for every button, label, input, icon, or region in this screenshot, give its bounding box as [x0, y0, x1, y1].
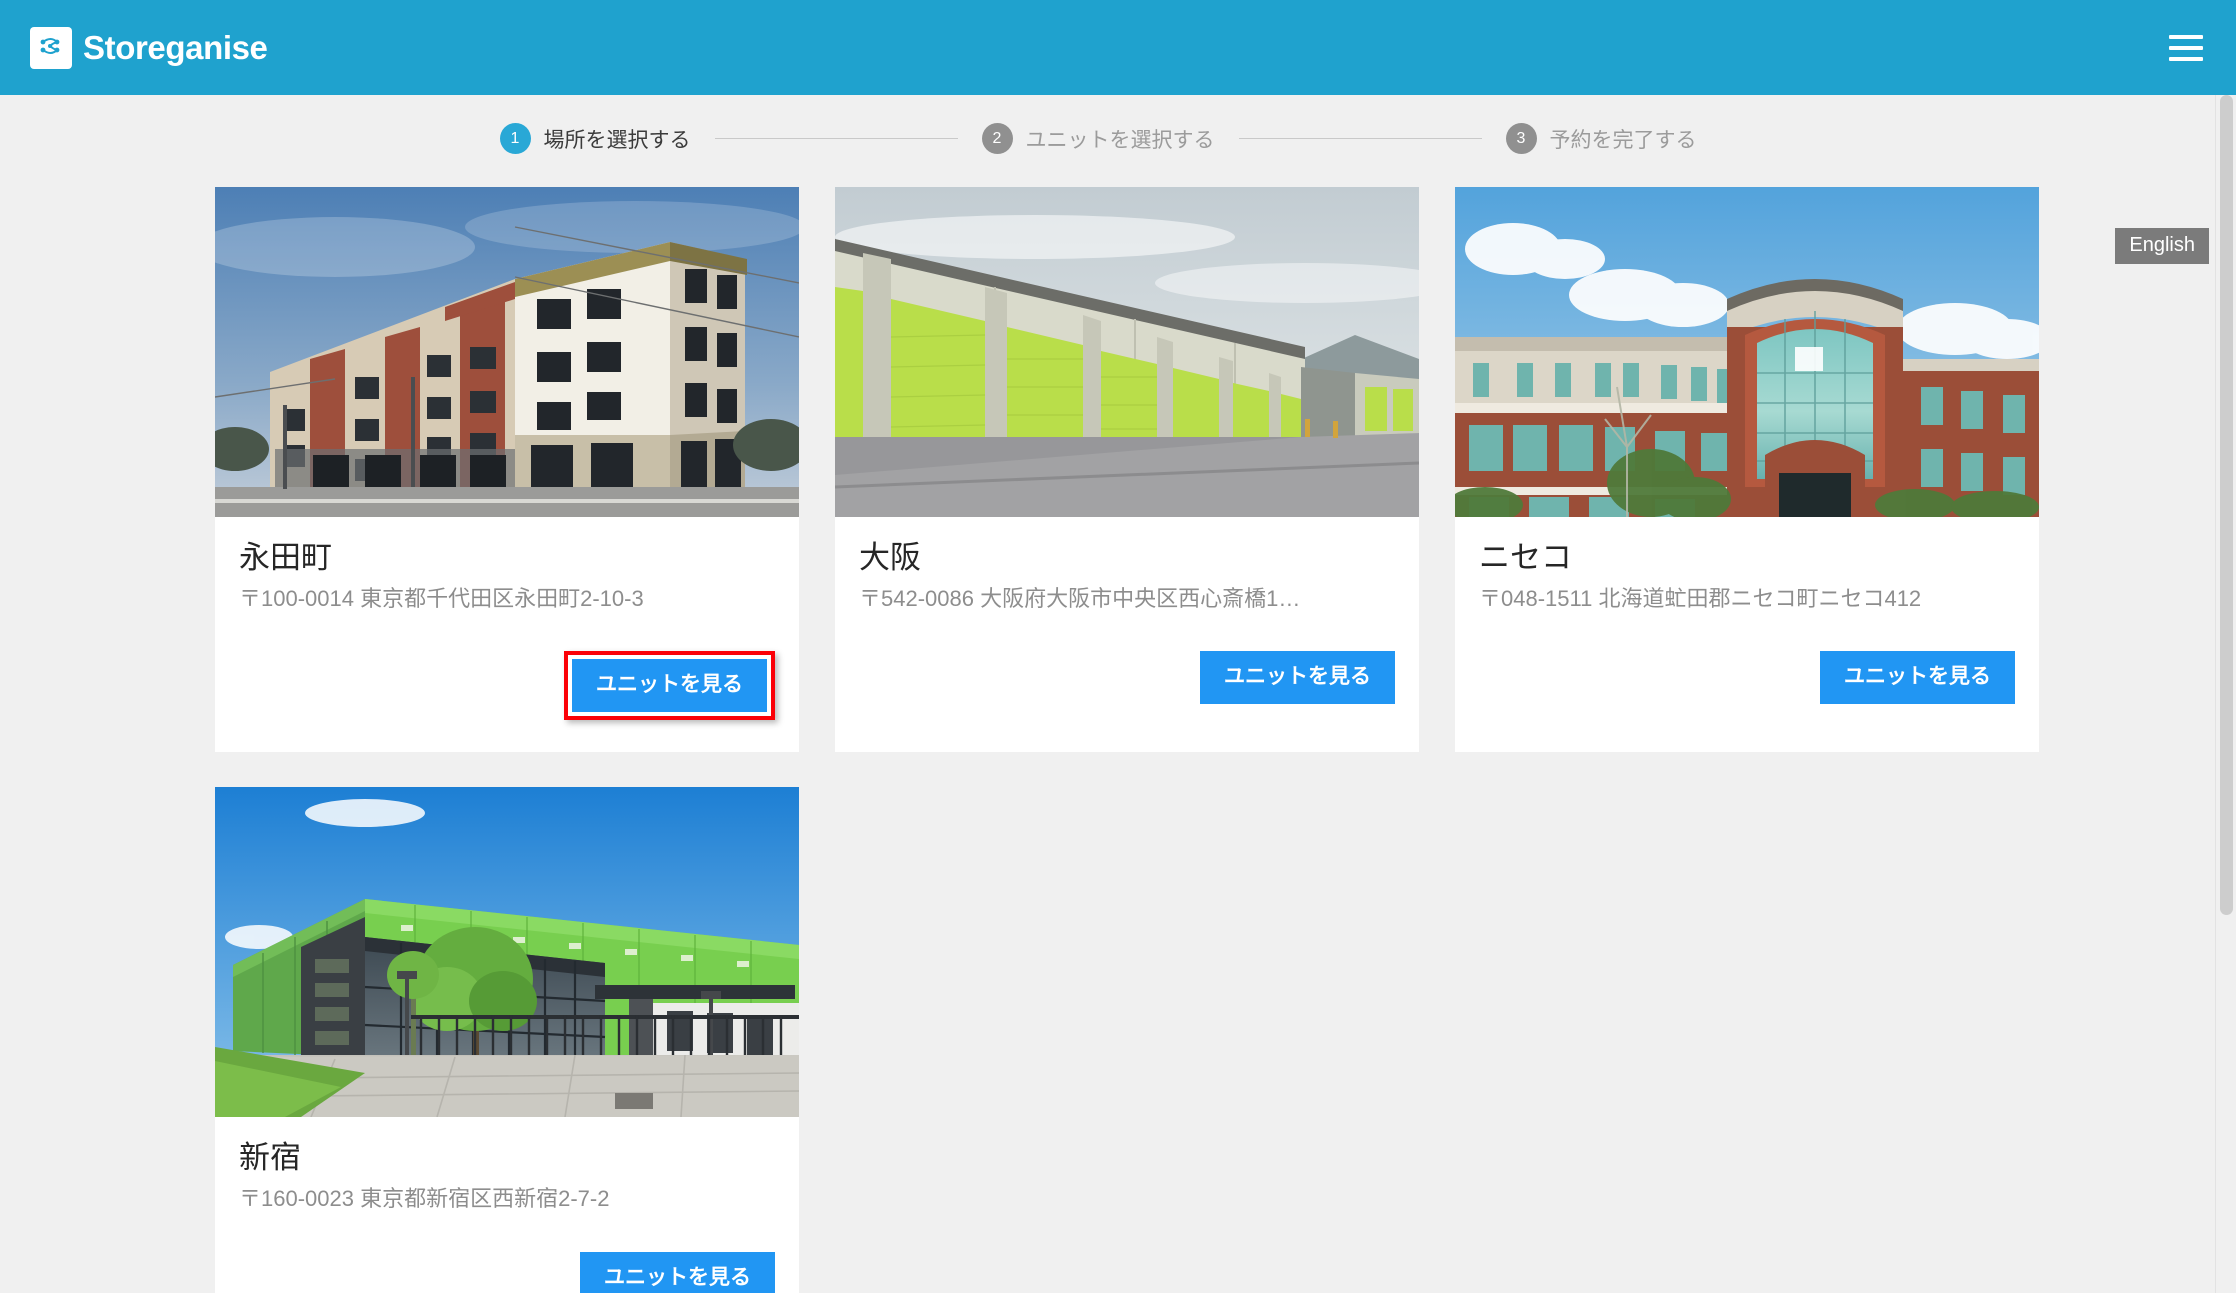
page-scrollbar[interactable]: [2215, 95, 2236, 1293]
location-card-body: 新宿 〒160-0023 東京都新宿区西新宿2-7-2: [215, 1117, 799, 1213]
view-units-button[interactable]: ユニットを見る: [580, 1251, 775, 1293]
step-number-badge: 1: [499, 123, 531, 154]
view-units-button[interactable]: ユニットを見る: [1200, 651, 1395, 705]
step-connector: [714, 138, 958, 139]
brand-logo[interactable]: Storeganise: [30, 26, 268, 69]
location-card[interactable]: 永田町 〒100-0014 東京都千代田区永田町2-10-3 ユニットを見る: [215, 187, 799, 753]
view-units-button[interactable]: ユニットを見る: [1820, 651, 2015, 705]
view-units-button[interactable]: ユニットを見る: [572, 659, 767, 713]
location-card-body: 永田町 〒100-0014 東京都千代田区永田町2-10-3: [215, 517, 799, 613]
step-complete-booking[interactable]: 3 予約を完了する: [1505, 123, 1697, 154]
page-body: 1 場所を選択する 2 ユニットを選択する 3 予約を完了する English: [0, 95, 2236, 1293]
location-name: 永田町: [239, 540, 332, 575]
view-units-highlight-box: ユニットを見る: [564, 651, 775, 721]
location-name: 新宿: [239, 1140, 301, 1176]
location-address: 〒048-1511 北海道虻田郡ニセコ町ニセコ412: [1479, 585, 1922, 611]
location-name: ニセコ: [1479, 540, 1572, 575]
green-warehouse-building-photo: [215, 787, 799, 1118]
location-card-actions: ユニットを見る: [215, 1214, 799, 1293]
step-select-location[interactable]: 1 場所を選択する: [499, 123, 691, 154]
scrollbar-thumb[interactable]: [2220, 95, 2233, 915]
location-card[interactable]: 新宿 〒160-0023 東京都新宿区西新宿2-7-2 ユニットを見る: [215, 787, 799, 1293]
location-address: 〒542-0086 大阪府大阪市中央区西心斎橋1…: [859, 585, 1301, 611]
location-card-actions: ユニットを見る: [215, 613, 799, 752]
app-header: Storeganise: [0, 0, 2236, 95]
language-switcher-button[interactable]: English: [2115, 228, 2209, 264]
location-card[interactable]: 大阪 〒542-0086 大阪府大阪市中央区西心斎橋1… ユニットを見る: [835, 187, 1419, 753]
step-number-badge: 3: [1505, 123, 1537, 154]
location-card-actions: ユニットを見る: [835, 613, 1419, 736]
brick-glass-office-building-photo: [1455, 187, 2039, 517]
step-label: 予約を完了する: [1549, 128, 1697, 152]
location-card-body: 大阪 〒542-0086 大阪府大阪市中央区西心斎橋1…: [835, 517, 1419, 613]
location-address: 〒100-0014 東京都千代田区永田町2-10-3: [239, 585, 644, 611]
location-card[interactable]: ニセコ 〒048-1511 北海道虻田郡ニセコ町ニセコ412 ユニットを見る: [1455, 187, 2039, 753]
step-label: ユニットを選択する: [1025, 128, 1215, 152]
storeganise-logo-icon: [30, 26, 72, 69]
booking-stepper: 1 場所を選択する 2 ユニットを選択する 3 予約を完了する: [0, 95, 2236, 182]
hamburger-bar: [2169, 56, 2203, 61]
location-address: 〒160-0023 東京都新宿区西新宿2-7-2: [239, 1186, 610, 1212]
step-number-badge: 2: [981, 123, 1013, 154]
step-label: 場所を選択する: [543, 128, 691, 152]
location-card-body: ニセコ 〒048-1511 北海道虻田郡ニセコ町ニセコ412: [1455, 517, 2039, 613]
location-card-grid: 永田町 〒100-0014 東京都千代田区永田町2-10-3 ユニットを見る 大…: [0, 187, 2236, 1293]
green-door-storage-units-photo: [835, 187, 1419, 517]
location-name: 大阪: [859, 540, 921, 575]
hamburger-bar: [2169, 34, 2203, 39]
step-connector: [1238, 138, 1482, 139]
brand-name: Storeganise: [83, 29, 268, 66]
step-select-unit[interactable]: 2 ユニットを選択する: [981, 123, 1215, 154]
hamburger-menu-icon[interactable]: [2164, 26, 2208, 70]
location-card-actions: ユニットを見る: [1455, 613, 2039, 736]
brick-apartment-building-photo: [215, 187, 799, 517]
hamburger-bar: [2169, 45, 2203, 50]
